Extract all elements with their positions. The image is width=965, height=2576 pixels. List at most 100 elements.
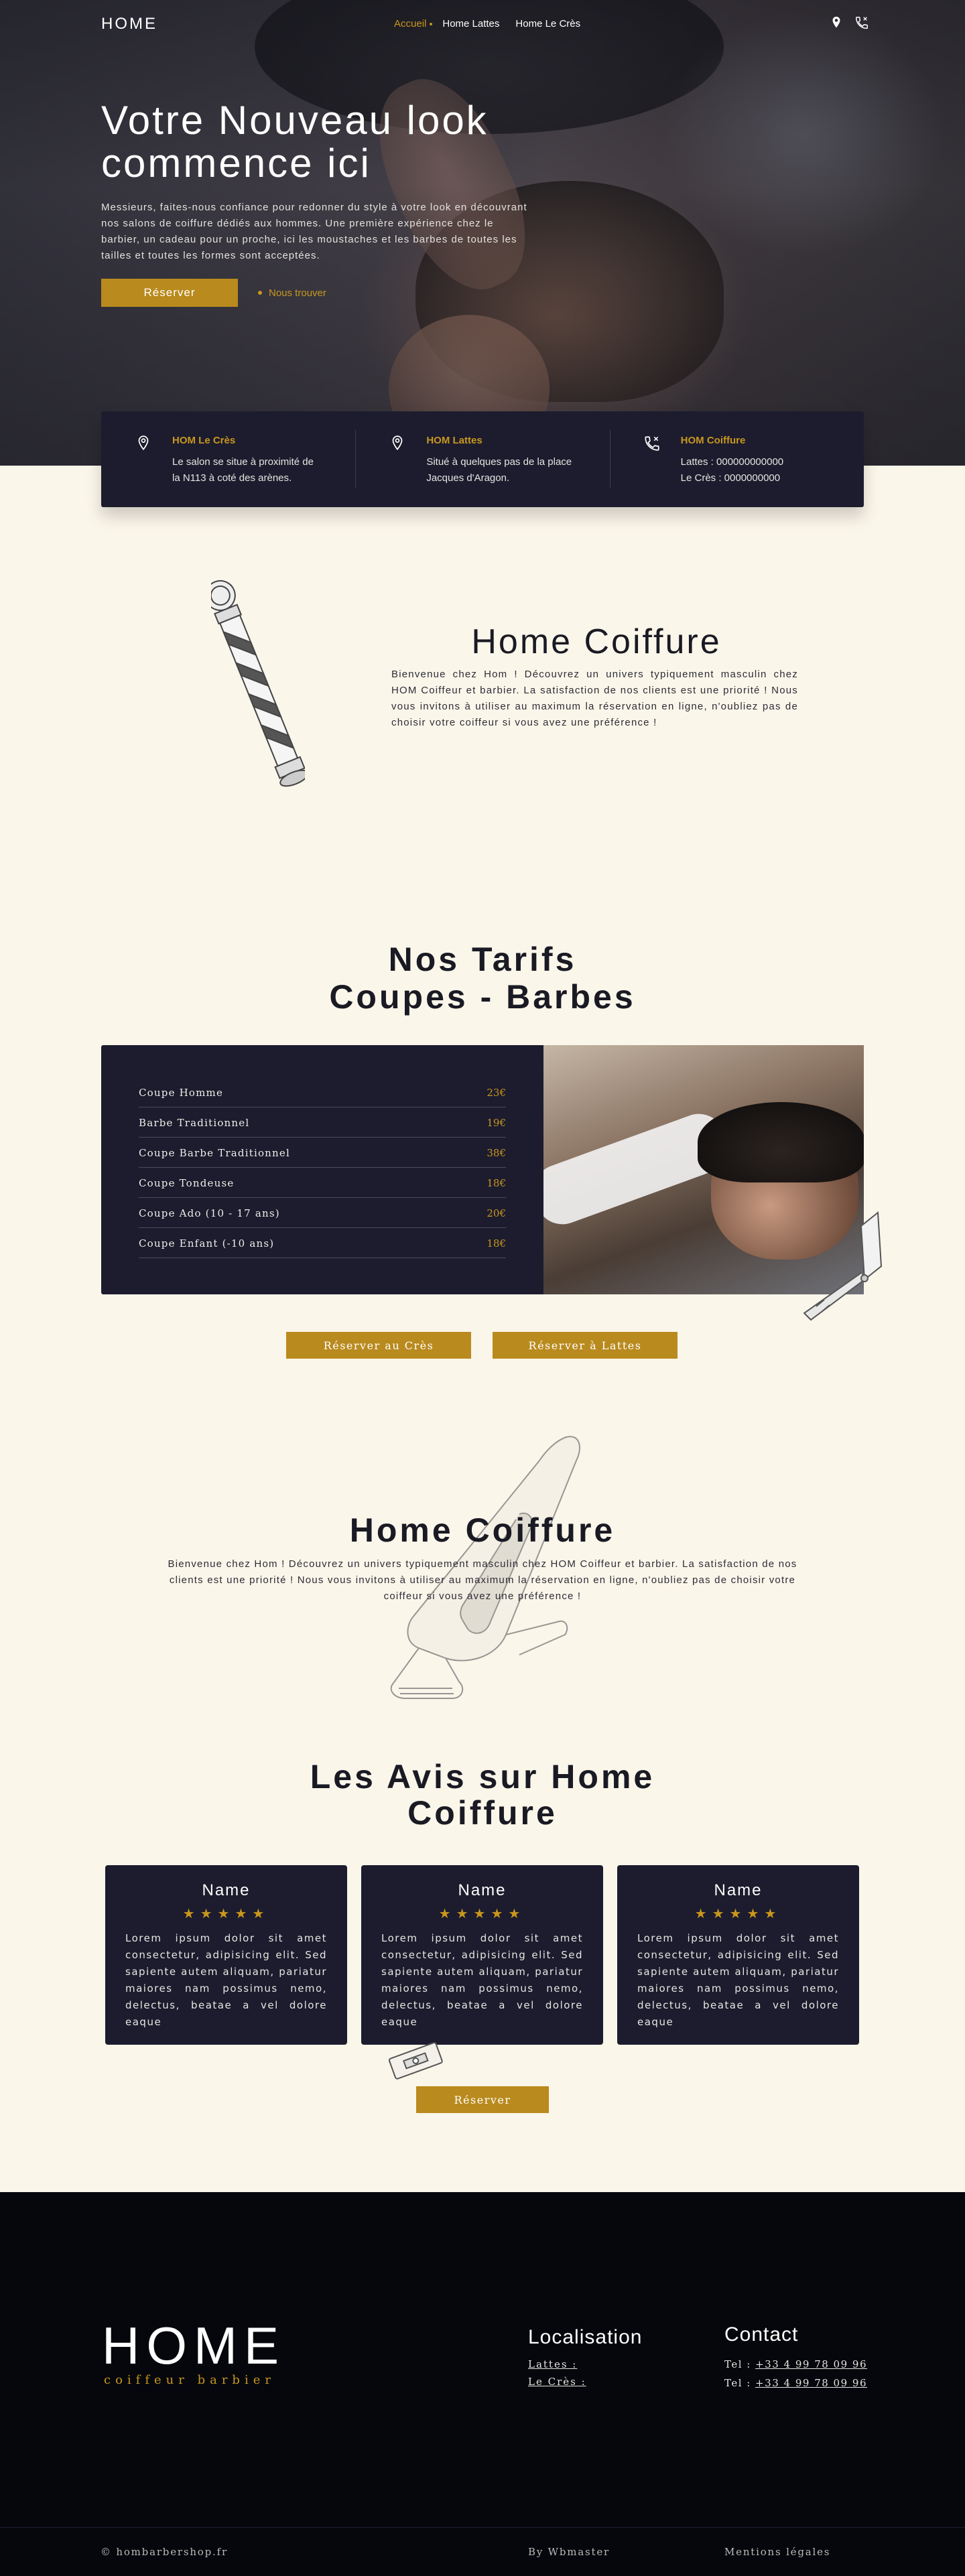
- price-row: Barbe Traditionnel 19€: [139, 1107, 506, 1138]
- price-value: 18€: [487, 1237, 506, 1249]
- reviews-reserve-button[interactable]: Réserver: [416, 2086, 549, 2113]
- review-card: Name ★★★★★ Lorem ipsum dolor sit amet co…: [105, 1865, 347, 2045]
- tel-label: Tel :: [724, 2358, 756, 2370]
- review-text: Lorem ipsum dolor sit amet consectetur, …: [125, 1932, 327, 2028]
- review-card: Name ★★★★★ Lorem ipsum dolor sit amet co…: [361, 1865, 603, 2045]
- price-name: Barbe Traditionnel: [139, 1117, 250, 1129]
- webmaster-link[interactable]: By Wbmaster: [528, 2546, 610, 2558]
- footer-divider: [0, 2527, 965, 2528]
- site-logo[interactable]: HOME: [101, 15, 157, 33]
- info-title: HOM Le Crès: [172, 435, 236, 446]
- footer-logo[interactable]: HOME: [102, 2319, 285, 2372]
- photo-hair: [698, 1102, 864, 1182]
- reserve-lattes-button[interactable]: Réserver à Lattes: [493, 1332, 678, 1359]
- reviews-title-line-2: Coiffure: [407, 1794, 558, 1832]
- price-value: 20€: [487, 1207, 506, 1219]
- reviews-list: Name ★★★★★ Lorem ipsum dolor sit amet co…: [105, 1865, 859, 2045]
- hero-content: Votre Nouveau look commence ici Messieur…: [101, 99, 557, 307]
- find-us-label: Nous trouver: [269, 287, 326, 299]
- tarifs-title: Nos Tarifs Coupes - Barbes: [0, 941, 965, 1016]
- localisation-cres-link[interactable]: Le Crès :: [528, 2376, 586, 2388]
- localisation-lattes-link[interactable]: Lattes :: [528, 2358, 577, 2370]
- price-name: Coupe Homme: [139, 1087, 224, 1099]
- info-bar: HOM Le Crès Le salon se situe à proximit…: [101, 411, 864, 507]
- localisation-title: Localisation: [528, 2326, 643, 2348]
- price-value: 18€: [487, 1177, 506, 1189]
- price-row: Coupe Barbe Traditionnel 38€: [139, 1138, 506, 1168]
- price-name: Coupe Enfant (-10 ans): [139, 1237, 275, 1249]
- info-title: HOM Coiffure: [680, 435, 746, 446]
- find-us-link[interactable]: Nous trouver: [258, 287, 326, 299]
- info-line: Le Crès : 0000000000: [680, 472, 781, 484]
- price-row: Coupe Enfant (-10 ans) 18€: [139, 1228, 506, 1258]
- info-item-le-cres: HOM Le Crès Le salon se situe à proximit…: [101, 411, 355, 507]
- review-text: Lorem ipsum dolor sit amet consectetur, …: [637, 1932, 839, 2028]
- info-item-lattes: HOM Lattes Situé à quelques pas de la pl…: [355, 411, 609, 507]
- tarifs-title-line-1: Nos Tarifs: [388, 941, 577, 978]
- about-title-2: Home Coiffure: [349, 1511, 616, 1549]
- nav-icons: [829, 15, 869, 30]
- reserve-cres-button[interactable]: Réserver au Crès: [286, 1332, 471, 1359]
- about-text-2: Bienvenue chez Hom ! Découvrez un univer…: [168, 1558, 797, 1602]
- bullet-icon: [258, 291, 262, 295]
- nav-link-home-le-cres[interactable]: Home Le Crès: [515, 18, 580, 29]
- hero-title-line-1: Votre Nouveau look: [101, 98, 489, 143]
- price-value: 19€: [487, 1117, 506, 1129]
- reviews-title: Les Avis sur Home Coiffure: [0, 1759, 965, 1831]
- location-pin-icon[interactable]: [829, 15, 844, 30]
- star-rating: ★★★★★: [438, 1907, 526, 1921]
- info-line: Le salon se situe à proximité de: [172, 456, 314, 468]
- tel-label: Tel :: [724, 2377, 756, 2389]
- price-name: Coupe Tondeuse: [139, 1177, 235, 1189]
- location-pin-icon: [138, 435, 149, 451]
- contact-title: Contact: [724, 2323, 799, 2346]
- copyright: © hombarbershop.fr: [101, 2546, 228, 2558]
- tarifs-title-line-2: Coupes - Barbes: [329, 978, 636, 1016]
- star-rating: ★★★★★: [182, 1907, 270, 1921]
- hero-title-line-2: commence ici: [101, 141, 371, 186]
- price-name: Coupe Ado (10 - 17 ans): [139, 1207, 280, 1219]
- review-text: Lorem ipsum dolor sit amet consectetur, …: [381, 1932, 583, 2028]
- info-line: Lattes : 000000000000: [680, 456, 784, 468]
- review-name: Name: [714, 1881, 763, 1899]
- price-row: Coupe Tondeuse 18€: [139, 1168, 506, 1198]
- hero-reserve-button[interactable]: Réserver: [101, 279, 238, 307]
- contact-phone-line: Tel : +33 4 99 78 09 96: [724, 2358, 867, 2370]
- phone-link[interactable]: +33 4 99 78 09 96: [755, 2377, 867, 2389]
- info-title: HOM Lattes: [426, 435, 482, 446]
- phone-link[interactable]: +33 4 99 78 09 96: [755, 2358, 867, 2370]
- page: HOME Accueil Home Lattes Home Le Crès Vo…: [0, 0, 965, 2576]
- contact-phone-line: Tel : +33 4 99 78 09 96: [724, 2377, 867, 2389]
- price-name: Coupe Barbe Traditionnel: [139, 1147, 290, 1159]
- phone-icon[interactable]: [854, 15, 869, 30]
- hero-section: HOME Accueil Home Lattes Home Le Crès Vo…: [0, 0, 965, 466]
- reservation-buttons: Réserver au Crès Réserver à Lattes: [286, 1332, 678, 1359]
- info-line: Situé à quelques pas de la place: [426, 456, 572, 468]
- price-row: Coupe Homme 23€: [139, 1077, 506, 1107]
- top-navbar: HOME Accueil Home Lattes Home Le Crès: [0, 0, 965, 47]
- nav-link-home-lattes[interactable]: Home Lattes: [442, 18, 499, 29]
- review-name: Name: [202, 1881, 251, 1899]
- about-title: Home Coiffure: [471, 622, 722, 661]
- price-row: Coupe Ado (10 - 17 ans) 20€: [139, 1198, 506, 1228]
- nav-link-accueil[interactable]: Accueil: [394, 18, 433, 29]
- reviews-title-line-1: Les Avis sur Home: [310, 1758, 655, 1795]
- info-line: Jacques d'Aragon.: [426, 472, 510, 484]
- price-list: Coupe Homme 23€ Barbe Traditionnel 19€ Cou…: [101, 1045, 543, 1294]
- razor-blade-illustration: [388, 2042, 443, 2080]
- price-value: 23€: [487, 1087, 506, 1099]
- hero-actions: Réserver Nous trouver: [101, 279, 557, 307]
- barber-pole-illustration: [211, 580, 305, 787]
- star-rating: ★★★★★: [694, 1907, 782, 1921]
- review-card: Name ★★★★★ Lorem ipsum dolor sit amet co…: [617, 1865, 859, 2045]
- review-name: Name: [458, 1881, 507, 1899]
- footer-logo-subtitle: coiffeur barbier: [104, 2373, 275, 2387]
- info-line: la N113 à coté des arènes.: [172, 472, 292, 484]
- location-pin-icon: [392, 435, 403, 451]
- about-text: Bienvenue chez Hom ! Découvrez un univer…: [391, 669, 798, 728]
- tarifs-card: Coupe Homme 23€ Barbe Traditionnel 19€ Cou…: [101, 1045, 864, 1294]
- legal-link[interactable]: Mentions légales: [724, 2546, 830, 2558]
- main-menu: Accueil Home Lattes Home Le Crès: [394, 18, 580, 29]
- hero-title: Votre Nouveau look commence ici: [101, 99, 557, 185]
- hero-description: Messieurs, faites-nous confiance pour re…: [101, 202, 527, 261]
